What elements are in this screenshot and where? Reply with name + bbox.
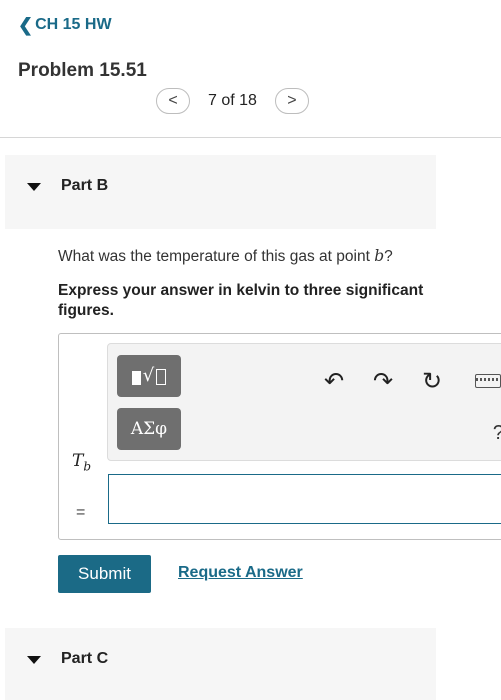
answer-input[interactable] (108, 474, 501, 524)
caret-down-icon (27, 183, 41, 191)
question-text: What was the temperature of this gas at … (58, 247, 393, 265)
redo-icon[interactable]: ↷ (373, 370, 393, 394)
back-link[interactable]: ❮ CH 15 HW (18, 16, 112, 34)
problem-title: Problem 15.51 (18, 60, 147, 81)
divider (0, 137, 501, 138)
answer-variable: Tb (72, 451, 92, 474)
help-button[interactable]: ? (493, 422, 501, 445)
submit-button[interactable]: Submit (58, 555, 151, 593)
caret-down-icon (27, 656, 41, 664)
math-toolbar: √ ΑΣφ ↶ ↷ ↻ ? (107, 343, 501, 461)
reset-icon[interactable]: ↻ (422, 370, 442, 394)
problem-pager: < 7 of 18 > (156, 88, 309, 114)
back-link-label: CH 15 HW (35, 16, 112, 33)
templates-button[interactable]: √ (117, 355, 181, 397)
next-problem-button[interactable]: > (274, 88, 309, 114)
previous-problem-button[interactable]: < (156, 88, 190, 114)
part-b-label: Part B (61, 177, 109, 194)
part-b-header[interactable]: Part B (5, 155, 436, 229)
chevron-left-icon: < (168, 92, 178, 109)
part-c-label: Part C (61, 650, 109, 667)
greek-symbols-button[interactable]: ΑΣφ (117, 408, 181, 450)
pager-position: 7 of 18 (208, 92, 257, 109)
keyboard-icon[interactable] (475, 374, 501, 388)
request-answer-link[interactable]: Request Answer (178, 564, 303, 582)
equals-sign: = (76, 504, 86, 521)
chevron-right-icon: > (287, 92, 297, 109)
square-root-template-icon: √ (131, 367, 167, 385)
undo-icon[interactable]: ↶ (324, 370, 344, 394)
answer-instruction: Express your answer in kelvin to three s… (58, 282, 424, 319)
chevron-left-icon: ❮ (18, 15, 34, 35)
part-c-header[interactable]: Part C (5, 628, 436, 700)
